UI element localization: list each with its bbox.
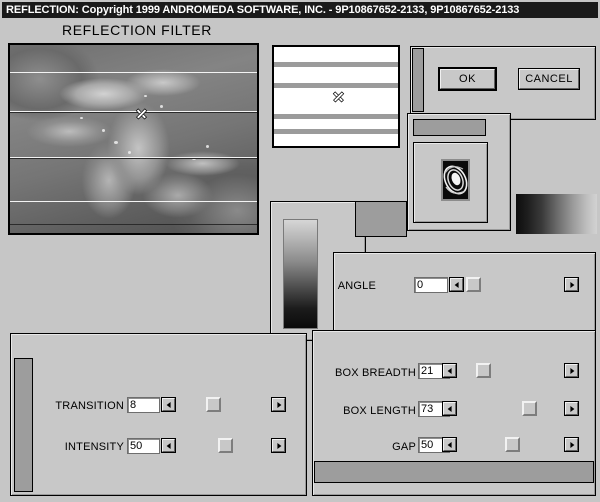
intensity-decrement-button[interactable] <box>161 438 176 453</box>
angle-increment-button[interactable] <box>564 277 579 292</box>
intensity-label: INTENSITY <box>64 441 124 453</box>
box-length-decrement-button[interactable] <box>442 401 457 416</box>
angle-input[interactable] <box>414 277 448 293</box>
cancel-button-label: CANCEL <box>525 73 573 85</box>
transition-input[interactable] <box>127 397 160 413</box>
angle-panel <box>333 252 596 339</box>
gap-slider-thumb[interactable] <box>505 437 520 452</box>
transition-label: TRANSITION <box>55 400 124 412</box>
reflection-bands-preview[interactable] <box>272 45 400 148</box>
box-breadth-label: BOX BREADTH <box>334 367 416 379</box>
gradient-panel-swatch <box>355 201 407 237</box>
transition-slider-thumb[interactable] <box>206 397 221 412</box>
cancel-button[interactable]: CANCEL <box>518 68 580 90</box>
intensity-increment-button[interactable] <box>271 438 286 453</box>
window-titlebar: REFLECTION: Copyright 1999 ANDROMEDA SOF… <box>2 2 598 18</box>
transition-intensity-panel <box>10 333 307 496</box>
box-length-increment-button[interactable] <box>564 401 579 416</box>
horizontal-gray-gradient <box>516 194 597 234</box>
panel-footer-bar <box>314 461 594 483</box>
box-breadth-decrement-button[interactable] <box>442 363 457 378</box>
reflection-filter-dialog: REFLECTION: Copyright 1999 ANDROMEDA SOF… <box>0 0 600 502</box>
guide-line <box>10 112 257 113</box>
crosshair-icon <box>333 91 344 102</box>
spiral-icon <box>443 161 468 199</box>
angle-label: ANGLE <box>337 280 376 292</box>
guide-line <box>10 158 257 159</box>
gap-decrement-button[interactable] <box>442 437 457 452</box>
box-breadth-slider-thumb[interactable] <box>476 363 491 378</box>
vertical-gray-gradient <box>283 219 318 329</box>
intensity-input[interactable] <box>127 438 160 454</box>
ok-button[interactable]: OK <box>438 67 497 91</box>
guide-line <box>10 224 257 225</box>
ok-button-label: OK <box>459 73 476 85</box>
panel-accent-bar <box>14 358 33 492</box>
gap-label: GAP <box>392 441 416 453</box>
gap-increment-button[interactable] <box>564 437 579 452</box>
guide-line <box>10 72 257 73</box>
angle-decrement-button[interactable] <box>449 277 464 292</box>
box-length-label: BOX LENGTH <box>343 405 416 417</box>
intensity-slider-thumb[interactable] <box>218 438 233 453</box>
angle-slider-thumb[interactable] <box>466 277 481 292</box>
transition-increment-button[interactable] <box>271 397 286 412</box>
page-title: REFLECTION FILTER <box>62 22 212 38</box>
box-length-slider-thumb[interactable] <box>522 401 537 416</box>
panel-accent-bar <box>412 48 424 112</box>
transition-decrement-button[interactable] <box>161 397 176 412</box>
preview-photo <box>10 45 257 233</box>
box-breadth-increment-button[interactable] <box>564 363 579 378</box>
image-preview[interactable] <box>8 43 259 235</box>
spiral-panel-header <box>413 119 486 136</box>
spiral-swirl-thumbnail[interactable] <box>441 159 470 201</box>
guide-line <box>10 201 257 202</box>
